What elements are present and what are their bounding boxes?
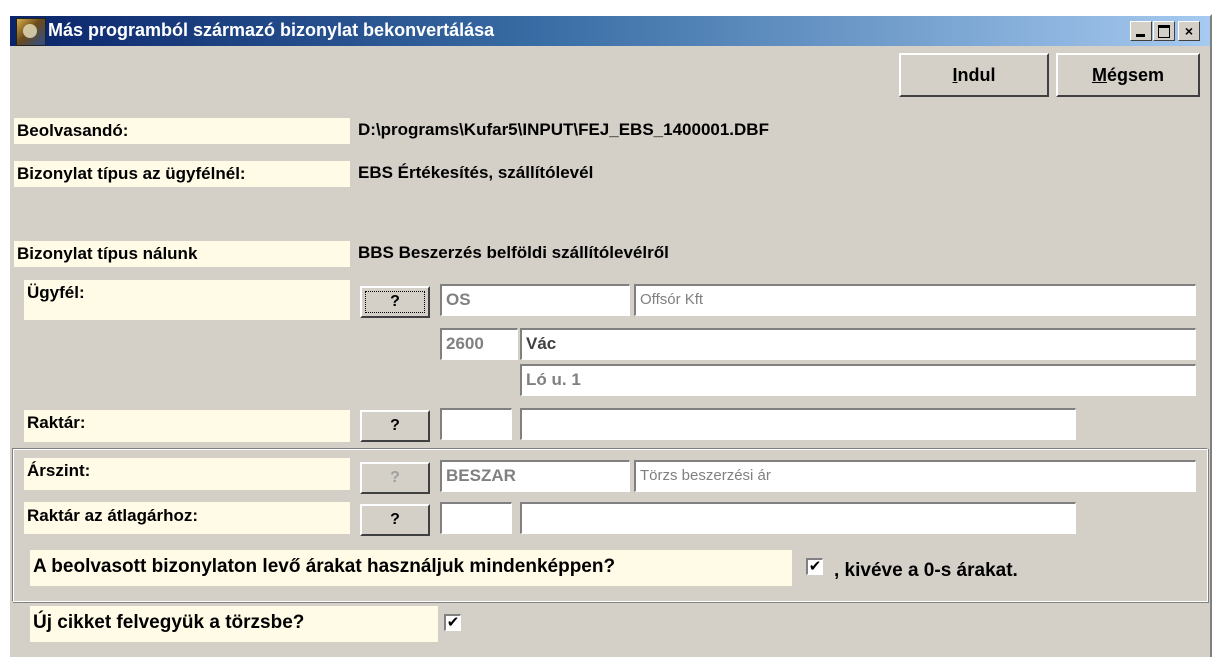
price-level-code-field[interactable]: BESZAR (440, 460, 630, 492)
source-path: D:\programs\Kufar5\INPUT\FEJ_EBS_1400001… (358, 120, 769, 139)
avg-warehouse-lookup-button[interactable]: ? (360, 504, 430, 536)
price-level-name-field[interactable]: Törzs beszerzési ár (634, 460, 1196, 492)
customer-lookup-button[interactable]: ? (360, 286, 430, 318)
cancel-label: égsem (1106, 65, 1165, 85)
warehouse-label: Raktár: (24, 410, 350, 442)
warehouse-lookup-button[interactable]: ? (360, 410, 430, 442)
client-doc-type-value: EBS Értékesítés, szállítólevél (358, 163, 594, 182)
dialog-window: Más programból származó bizonylat bekonv… (8, 14, 1212, 657)
start-label: ndul (957, 65, 996, 85)
warehouse-code-field[interactable] (440, 408, 512, 440)
client-doc-type-label: Bizonylat típus az ügyfélnél: (14, 161, 350, 187)
customer-label: Ügyfél: (24, 280, 350, 320)
customer-name-field[interactable]: Offsór Kft (634, 284, 1196, 316)
source-label: Beolvasandó: (14, 118, 350, 144)
customer-zip-field[interactable]: 2600 (440, 328, 518, 360)
app-icon[interactable] (16, 18, 46, 46)
avg-warehouse-code-field[interactable] (440, 502, 512, 534)
customer-city-field[interactable]: Vác (520, 328, 1196, 360)
price-level-label: Árszint: (24, 458, 350, 490)
avg-warehouse-name-field[interactable] (520, 502, 1076, 534)
use-prices-label: A beolvasott bizonylaton levő árakat has… (30, 550, 792, 586)
minimize-button[interactable] (1130, 21, 1152, 41)
use-prices-checkbox[interactable]: ✔ (806, 558, 823, 575)
use-prices-suffix: , kivéve a 0-s árakat. (834, 560, 1018, 581)
start-button[interactable]: Indul (899, 53, 1049, 97)
our-doc-type-value: BBS Beszerzés belföldi szállítólevélről (358, 243, 669, 262)
title-bar[interactable]: Más programból származó bizonylat bekonv… (10, 16, 1210, 46)
window-title: Más programból származó bizonylat bekonv… (48, 20, 495, 40)
maximize-button[interactable] (1153, 21, 1175, 41)
close-button[interactable]: × (1178, 21, 1200, 41)
new-item-label: Új cikket felvegyük a törzsbe? (30, 606, 438, 642)
cancel-accel: M (1091, 65, 1107, 85)
warehouse-name-field[interactable] (520, 408, 1076, 440)
customer-address-field[interactable]: Ló u. 1 (520, 364, 1196, 396)
new-item-checkbox[interactable]: ✔ (444, 614, 461, 631)
cancel-button[interactable]: Mégsem (1056, 53, 1200, 97)
avg-warehouse-label: Raktár az átlagárhoz: (24, 502, 350, 534)
price-level-lookup-button[interactable]: ? (360, 462, 430, 494)
our-doc-type-label: Bizonylat típus nálunk (14, 241, 350, 267)
customer-code-field[interactable]: OS (440, 284, 630, 316)
